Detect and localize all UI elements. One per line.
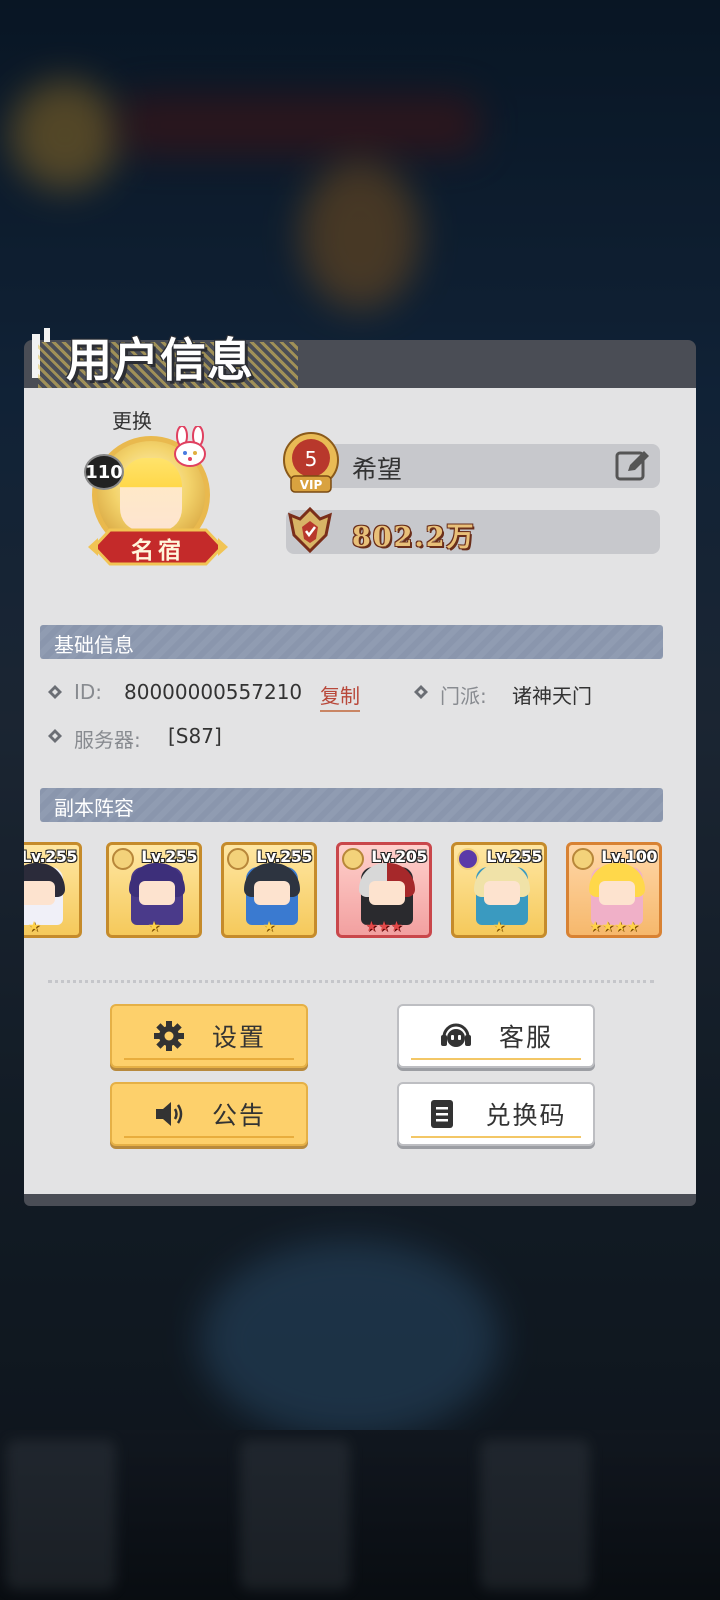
hero-stars: ★ <box>27 919 41 935</box>
id-label: ID: <box>74 680 103 704</box>
hero-sprite-face <box>24 881 55 905</box>
section-divider <box>48 980 654 983</box>
hero-level: Lv.255 <box>256 847 312 866</box>
hero-stars: ★ <box>262 919 276 935</box>
hero-level: Lv.255 <box>24 847 77 866</box>
hero-sprite-face <box>369 881 405 905</box>
hero-card[interactable]: Lv.100 ★★★★ <box>566 842 662 938</box>
button-underline <box>124 1136 294 1138</box>
hero-level: Lv.255 <box>141 847 197 866</box>
svg-text:5: 5 <box>305 447 318 471</box>
hero-card[interactable]: Lv.255 ★ <box>451 842 547 938</box>
hero-stars: ★ <box>492 919 506 935</box>
button-underline <box>124 1058 294 1060</box>
diamond-bullet-icon <box>414 685 428 699</box>
player-level-badge: 110 <box>84 454 124 490</box>
class-icon <box>342 848 364 870</box>
announcement-label: 公告 <box>211 1101 266 1130</box>
hero-card[interactable]: Lv.205 ★★★ <box>336 842 432 938</box>
customer-service-button[interactable]: 客服 <box>397 1004 595 1068</box>
vip-badge-icon: 5 VIP <box>283 432 339 493</box>
rank-title: 名宿 <box>131 538 185 564</box>
gear-icon <box>153 1021 184 1051</box>
hero-sprite-face <box>599 881 635 905</box>
button-underline <box>411 1058 581 1060</box>
diamond-bullet-icon <box>48 729 62 743</box>
avatar-portrait <box>120 458 182 530</box>
server-label: 服务器: <box>74 728 141 752</box>
redeem-code-label: 兑换码 <box>485 1101 567 1130</box>
speaker-icon <box>155 1102 183 1126</box>
combat-power-icon <box>287 506 333 554</box>
headset-icon <box>440 1023 471 1047</box>
button-underline <box>411 1136 581 1138</box>
redeem-code-button[interactable]: 兑换码 <box>397 1082 595 1146</box>
hero-sprite-face <box>484 881 520 905</box>
diamond-bullet-icon <box>48 685 62 699</box>
panel-title-wrap: 用户信息 <box>30 324 320 390</box>
hero-stars: ★★★★ <box>588 919 640 935</box>
id-value: 80000000557210 <box>124 680 303 704</box>
hero-card[interactable]: Lv.255 ★ <box>24 842 82 938</box>
svg-text:VIP: VIP <box>300 478 323 492</box>
document-icon <box>431 1100 454 1128</box>
bunny-ornament-icon <box>174 426 206 467</box>
hero-lineup-list[interactable]: Lv.255 ★ Lv.255 ★ Lv.255 ★ Lv.205 ★★★ Lv… <box>24 840 696 940</box>
player-name: 希望 <box>352 455 403 484</box>
class-icon <box>572 848 594 870</box>
sect-label: 门派: <box>440 684 487 708</box>
settings-button[interactable]: 设置 <box>110 1004 308 1068</box>
customer-service-label: 客服 <box>498 1023 553 1052</box>
copy-id-button[interactable]: 复制 <box>320 680 360 712</box>
server-value: [S87] <box>168 724 222 748</box>
class-icon <box>457 848 479 870</box>
title-accent-bar <box>44 328 50 342</box>
class-icon <box>112 848 134 870</box>
lineup-header: 副本阵容 <box>40 788 663 822</box>
panel-title: 用户信息 <box>66 333 254 387</box>
edit-name-icon[interactable] <box>614 447 652 485</box>
section-title: 基础信息 <box>54 633 134 657</box>
class-icon <box>227 848 249 870</box>
section-title: 副本阵容 <box>54 796 134 820</box>
hero-stars: ★★★ <box>365 919 403 935</box>
hero-level: Lv.255 <box>486 847 542 866</box>
basic-info-header: 基础信息 <box>40 625 663 659</box>
combat-power-value: 802.2万 <box>352 522 476 553</box>
hero-stars: ★ <box>147 919 161 935</box>
announcement-button[interactable]: 公告 <box>110 1082 308 1146</box>
sect-value: 诸神天门 <box>512 684 592 708</box>
hero-card[interactable]: Lv.255 ★ <box>106 842 202 938</box>
hero-level: Lv.205 <box>371 847 427 866</box>
hero-sprite-face <box>139 881 175 905</box>
hero-sprite-face <box>254 881 290 905</box>
settings-label: 设置 <box>211 1023 266 1052</box>
hero-card[interactable]: Lv.255 ★ <box>221 842 317 938</box>
panel-footer <box>24 1194 696 1206</box>
hero-level: Lv.100 <box>601 847 657 866</box>
